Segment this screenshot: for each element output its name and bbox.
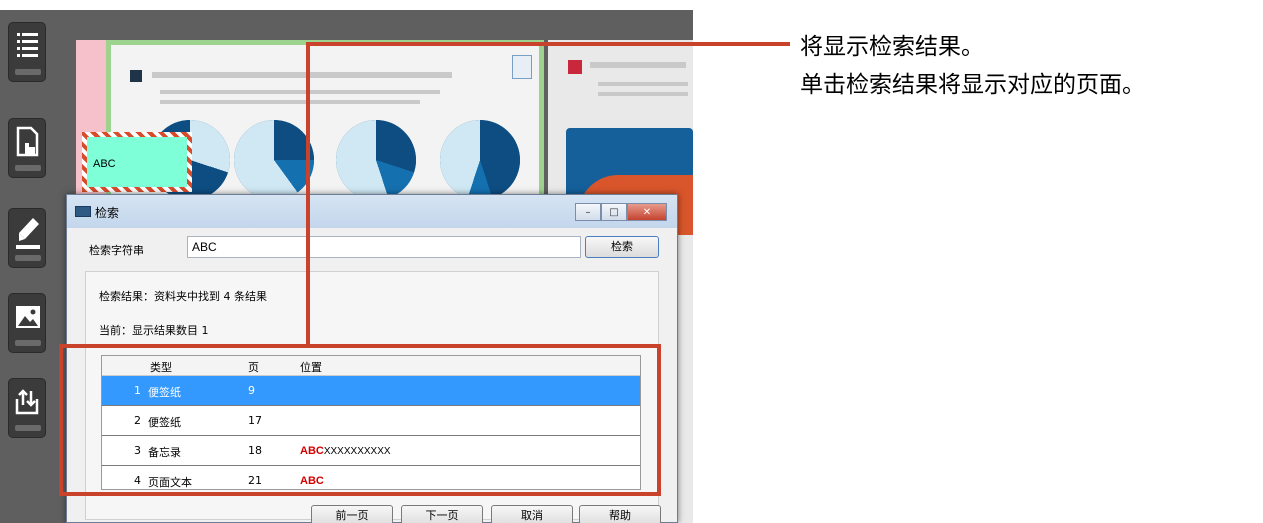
list-icon	[17, 33, 38, 57]
section-marker	[130, 70, 142, 82]
pie-chart-graphic	[234, 120, 314, 200]
book-icon	[75, 206, 91, 217]
sticky-note[interactable]: ABC	[82, 132, 192, 192]
export-button[interactable]	[8, 378, 46, 438]
minimize-button[interactable]: –	[575, 203, 601, 221]
window-controls: – □ ✕	[575, 203, 667, 221]
cancel-button[interactable]: 取消	[491, 505, 573, 523]
text-line	[590, 62, 686, 68]
callout-line-2: 单击检索结果将显示对应的页面。	[800, 72, 1145, 98]
pie-chart-graphic	[440, 120, 520, 200]
touch-document-button[interactable]	[8, 118, 46, 178]
sticky-note-text: ABC	[93, 158, 116, 170]
image-icon	[16, 306, 40, 328]
callout-frame	[59, 344, 661, 496]
memo-icon[interactable]	[512, 55, 532, 79]
callout-text: 将显示检索结果。 单击检索结果将显示对应的页面。	[800, 28, 1145, 104]
export-button-label	[15, 425, 41, 431]
text-line	[152, 72, 452, 78]
search-label: 检索字符串	[89, 244, 144, 257]
prev-page-button[interactable]: 前一页	[311, 505, 393, 523]
maximize-button[interactable]: □	[601, 203, 627, 221]
section-marker-red	[568, 60, 582, 74]
image-button[interactable]	[8, 293, 46, 353]
help-button[interactable]: 帮助	[579, 505, 661, 523]
list-button-label	[15, 69, 41, 75]
search-button[interactable]: 检索	[585, 236, 659, 258]
highlighter-button-label	[15, 255, 41, 261]
callout-connector-vertical	[306, 42, 310, 346]
export-icon	[15, 389, 39, 415]
pie-chart-graphic	[336, 120, 416, 200]
text-line	[160, 100, 420, 104]
next-page-button[interactable]: 下一页	[401, 505, 483, 523]
text-line	[598, 82, 688, 86]
touch-document-icon	[16, 126, 39, 157]
dialog-titlebar[interactable]: 检索 – □ ✕	[67, 195, 677, 228]
image-button-label	[15, 340, 41, 346]
callout-connector-horizontal	[306, 42, 790, 46]
highlighter-icon	[16, 218, 40, 249]
callout-line-1: 将显示检索结果。	[800, 34, 984, 60]
highlighter-button[interactable]	[8, 208, 46, 268]
search-input[interactable]: ABC	[187, 236, 581, 258]
close-button[interactable]: ✕	[627, 203, 667, 221]
touch-document-button-label	[15, 165, 41, 171]
text-line	[598, 92, 688, 96]
screenshot-stage: ABC 检索 – □ ✕ 检索字符串 ABC 检索 检索结果：资料夹中找到 4 …	[0, 0, 1263, 523]
text-line	[160, 90, 440, 94]
left-toolbar	[4, 18, 48, 523]
list-button[interactable]	[8, 22, 46, 82]
dialog-title: 检索	[95, 206, 120, 220]
current-result: 当前：显示结果数目 1	[99, 324, 209, 337]
results-summary: 检索结果：资料夹中找到 4 条结果	[99, 290, 267, 303]
